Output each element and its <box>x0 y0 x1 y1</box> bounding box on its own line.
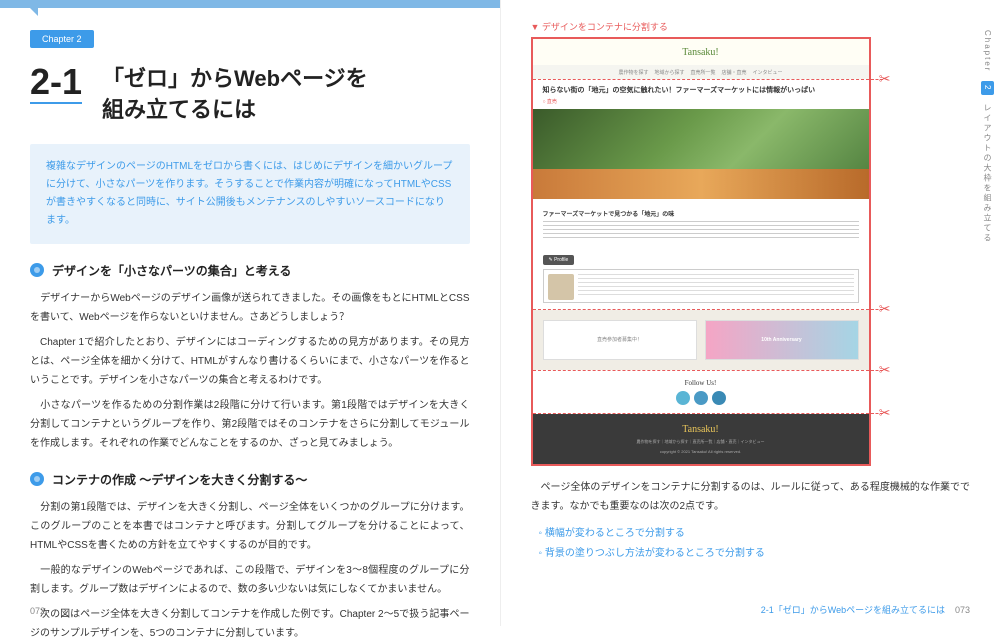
bullet-icon <box>30 263 44 277</box>
side-section-label: レイアウトの大枠を組み立てる <box>983 103 992 243</box>
mock-logo: Tansaku! <box>533 39 869 65</box>
scissors-icon: ✂ <box>879 361 891 378</box>
mock-follow-container: Follow Us! ✂ <box>533 371 869 414</box>
p1a: デザイナーからWebページのデザイン画像が送られてきました。その画像をもとにHT… <box>30 293 470 323</box>
subheading-1-text: デザインを「小さなパーツの集合」と考える <box>52 262 291 279</box>
mock-follow-title: Follow Us! <box>541 379 861 387</box>
paragraph: ページ全体のデザインをコンテナに分割するのは、ルールに従って、ある程度機械的な作… <box>531 478 971 516</box>
side-chapter-label: Chapter <box>983 30 992 72</box>
p1c: 小さなパーツを作るための分割作業は2段階に分けて行います。第1段階ではデザインを… <box>30 400 470 449</box>
paragraph: Chapter 1で紹介したとおり、デザインにはコーディングするための見方があり… <box>30 333 470 390</box>
section-title-line1: 「ゼロ」からWebページを <box>102 66 368 91</box>
paragraph: 一般的なデザインのWebページであれば、この段階で、デザインを3〜8個程度のグル… <box>30 561 470 599</box>
mock-nav-item: 農作物を探す <box>618 69 648 76</box>
mock-profile-badge: ✎ Profile <box>543 255 575 265</box>
mock-promo-card: 10th Anniversary <box>705 320 859 360</box>
mock-hero-image <box>533 109 869 199</box>
mock-nav-item: 地域から探す <box>654 69 684 76</box>
p2a: 分割の第1段階では、デザインを大きく分割し、ページ全体をいくつかのグループに分け… <box>30 502 470 551</box>
bullet-icon <box>30 472 44 486</box>
mock-text-lines <box>578 274 854 298</box>
page-left: Chapter 2 2-1 「ゼロ」からWebページを 組み立てるには 複雑なデ… <box>0 0 501 626</box>
paragraph: デザイナーからWebページのデザイン画像が送られてきました。その画像をもとにHT… <box>30 289 470 327</box>
subheading-1: デザインを「小さなパーツの集合」と考える <box>30 262 470 279</box>
mock-footer-links: 農作物を探す｜地域から探す｜直売所一覧｜店舗・直売｜インタビュー <box>543 439 859 445</box>
mock-nav-item: 店舗・直売 <box>722 69 747 76</box>
figure-caption: デザインをコンテナに分割する <box>531 20 971 33</box>
paragraph: 小さなパーツを作るための分割作業は2段階に分けて行います。第1段階ではデザインを… <box>30 396 470 453</box>
mock-main-container: 知らない街の「地元」の空気に触れたい！ファーマーズマーケットには情報がいっぱい … <box>533 80 869 310</box>
scissors-icon: ✂ <box>879 300 891 317</box>
scissors-icon: ✂ <box>879 404 891 421</box>
mock-avatar <box>548 274 574 300</box>
section-title: 「ゼロ」からWebページを 組み立てるには <box>102 64 368 126</box>
section-number: 2-1 <box>30 64 82 104</box>
mock-profile-box <box>543 269 859 303</box>
mock-social-icons <box>541 391 861 405</box>
p1b: Chapter 1で紹介したとおり、デザインにはコーディングするための見方があり… <box>30 337 470 386</box>
mock-nav-item: インタビュー <box>753 69 783 76</box>
page-number-left: 072 <box>30 606 45 616</box>
page-right: Chapter 2 レイアウトの大枠を組み立てる デザインをコンテナに分割する … <box>501 0 1000 626</box>
intro-box: 複雑なデザインのページのHTMLをゼロから書くには、はじめにデザインを細かいグル… <box>30 144 470 244</box>
paragraph: 分割の第1段階では、デザインを大きく分割し、ページ全体をいくつかのグループに分け… <box>30 498 470 555</box>
mock-promo-container: 直売参加者募集中！ 10th Anniversary ✂ <box>533 310 869 371</box>
mock-hero-sub: ○ 直売 <box>543 98 859 105</box>
top-ribbon-decor <box>0 0 500 8</box>
mock-text-lines <box>543 221 859 241</box>
right-p1: ページ全体のデザインをコンテナに分割するのは、ルールに従って、ある程度機械的な作… <box>531 482 971 512</box>
mock-header-container: Tansaku! 農作物を探す 地域から探す 直売所一覧 店舗・直売 インタビュ… <box>533 39 869 80</box>
bullet-item: 背景の塗りつぶし方法が変わるところで分割する <box>539 544 971 564</box>
chapter-badge: Chapter 2 <box>30 30 94 48</box>
paragraph: 次の図はページ全体を大きく分割してコンテナを作成した例です。Chapter 2〜… <box>30 605 470 643</box>
mock-footer-container: Tansaku! 農作物を探す｜地域から探す｜直売所一覧｜店舗・直売｜インタビュ… <box>533 414 869 464</box>
page-right-section: 2-1「ゼロ」からWebページを組み立てるには <box>761 605 945 615</box>
mock-article-heading: ファーマーズマーケットで見つかる「地元」の味 <box>543 209 859 218</box>
scissors-icon: ✂ <box>879 71 891 88</box>
mock-website-figure: Tansaku! 農作物を探す 地域から探す 直売所一覧 店舗・直売 インタビュ… <box>531 37 871 466</box>
page-right-num: 073 <box>955 605 970 615</box>
subheading-2: コンテナの作成 〜デザインを大きく分割する〜 <box>30 471 470 488</box>
mock-nav: 農作物を探す 地域から探す 直売所一覧 店舗・直売 インタビュー <box>533 65 869 79</box>
mock-promo-card: 直売参加者募集中！ <box>543 320 697 360</box>
side-chapter-num: 2 <box>981 81 994 95</box>
mock-nav-item: 直売所一覧 <box>690 69 715 76</box>
mock-hero-title: 知らない街の「地元」の空気に触れたい！ファーマーズマーケットには情報がいっぱい <box>543 86 859 96</box>
section-title-line2: 組み立てるには <box>102 97 256 122</box>
subheading-2-text: コンテナの作成 〜デザインを大きく分割する〜 <box>52 471 307 488</box>
page-number-right: 2-1「ゼロ」からWebページを組み立てるには 073 <box>761 603 970 616</box>
p2b: 一般的なデザインのWebページであれば、この段階で、デザインを3〜8個程度のグル… <box>30 565 470 595</box>
mock-footer-copy: copyright © 2021 Tansaku! All rights res… <box>543 449 859 454</box>
p2c: 次の図はページ全体を大きく分割してコンテナを作成した例です。Chapter 2〜… <box>30 609 470 639</box>
mock-footer-logo: Tansaku! <box>543 424 859 435</box>
bullet-list: 横幅が変わるところで分割する 背景の塗りつぶし方法が変わるところで分割する <box>539 524 971 564</box>
side-tab: Chapter 2 レイアウトの大枠を組み立てる <box>981 30 994 243</box>
bullet-item: 横幅が変わるところで分割する <box>539 524 971 544</box>
